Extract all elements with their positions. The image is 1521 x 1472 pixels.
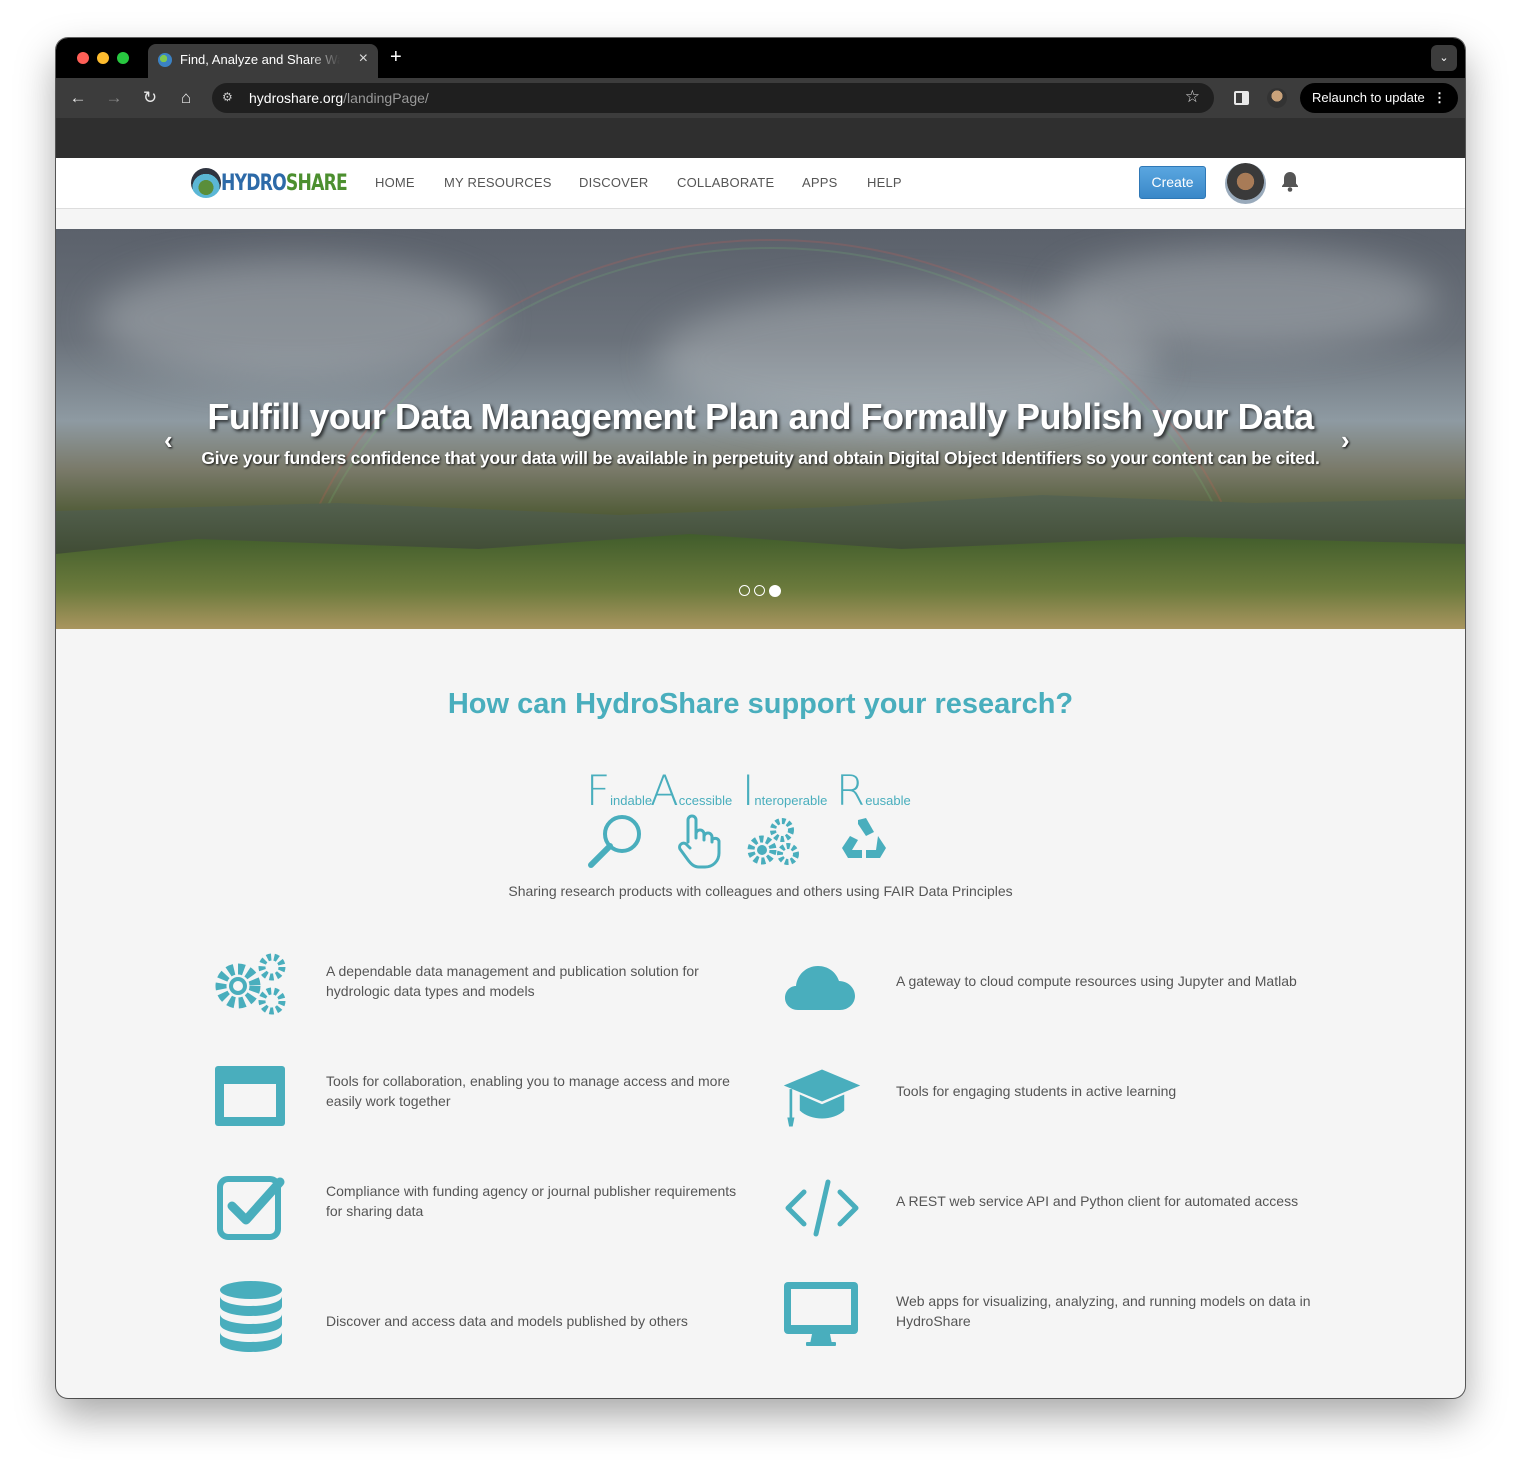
create-button[interactable]: Create	[1139, 166, 1206, 199]
pointer-hand-icon	[666, 812, 726, 872]
feature-text: Web apps for visualizing, analyzing, and…	[896, 1293, 1311, 1329]
minimize-window-button[interactable]	[97, 52, 109, 64]
feature-text: Tools for engaging students in active le…	[896, 1083, 1177, 1099]
tab-search-icon[interactable]: ⌄	[1431, 45, 1457, 71]
nav-apps[interactable]: APPS	[802, 175, 837, 190]
address-bar[interactable]: ⚙ hydroshare.org/landingPage/ ☆	[212, 83, 1214, 113]
feature-text: Tools for collaboration, enabling you to…	[326, 1073, 730, 1109]
hero-subtitle: Give your funders confidence that your d…	[201, 448, 1320, 468]
url-text[interactable]: hydroshare.org/landingPage/	[249, 90, 429, 106]
fair-letter: I	[742, 766, 755, 815]
carousel-prev-icon[interactable]: ‹	[164, 425, 173, 456]
fair-word-interoperable: Interoperable	[742, 766, 827, 815]
fair-letter: A	[650, 766, 679, 815]
database-icon	[212, 1278, 292, 1358]
fair-graphic: Findable Accessible Interoperable Reusab…	[586, 766, 916, 869]
browser-tab[interactable]: Find, Analyze and Share Water Data ×	[148, 44, 378, 78]
more-menu-icon[interactable]: ⋮	[1433, 83, 1446, 113]
feature-text: A dependable data management and publica…	[326, 963, 699, 999]
url-path: /landingPage/	[343, 90, 429, 106]
nav-home[interactable]: HOME	[375, 175, 415, 190]
feature-item: Discover and access data and models publ…	[212, 1278, 772, 1358]
maximize-window-button[interactable]	[117, 52, 129, 64]
fair-rest: nteroperable	[754, 793, 828, 808]
graduation-cap-icon	[782, 1058, 862, 1138]
magnifier-icon	[586, 812, 646, 872]
back-icon[interactable]: ←	[66, 86, 90, 110]
gears-icon	[744, 812, 804, 872]
feature-text: Compliance with funding agency or journa…	[326, 1183, 737, 1219]
side-panel-icon[interactable]	[1234, 91, 1249, 105]
feature-item: Tools for collaboration, enabling you to…	[212, 1058, 772, 1138]
feature-text: A REST web service API and Python client…	[896, 1193, 1299, 1209]
nav-my-resources[interactable]: MY RESOURCES	[444, 175, 552, 190]
logo-globe-icon	[191, 168, 221, 198]
fair-word-accessible: Accessible	[650, 766, 732, 815]
carousel-dot[interactable]	[754, 585, 765, 597]
home-icon[interactable]: ⌂	[174, 86, 198, 110]
fair-caption: Sharing research products with colleague…	[508, 883, 1013, 899]
nav-help[interactable]: HELP	[867, 175, 902, 190]
close-window-button[interactable]	[77, 52, 89, 64]
browser-toolbar: ← → ↻ ⌂ ⚙ hydroshare.org/landingPage/ ☆ …	[56, 78, 1465, 118]
carousel-indicators	[739, 582, 785, 600]
cloud-icon	[782, 948, 862, 1028]
feature-item: A gateway to cloud compute resources usi…	[782, 948, 1342, 1028]
site-settings-icon[interactable]: ⚙	[222, 90, 238, 106]
feature-item: Compliance with funding agency or journa…	[212, 1168, 772, 1248]
feature-text: A gateway to cloud compute resources usi…	[896, 973, 1297, 989]
tab-title: Find, Analyze and Share Water Data	[180, 52, 340, 67]
reload-icon[interactable]: ↻	[138, 86, 162, 110]
fair-word-findable: Findable	[586, 766, 652, 815]
feature-item: A REST web service API and Python client…	[782, 1168, 1342, 1248]
user-avatar[interactable]	[1225, 163, 1266, 204]
new-tab-button[interactable]: +	[390, 46, 402, 69]
fair-letter: F	[586, 766, 611, 815]
tab-bar: Find, Analyze and Share Water Data × + ⌄	[56, 38, 1465, 78]
checkbox-icon	[212, 1168, 292, 1248]
monitor-icon	[782, 1278, 862, 1358]
logo-text: HYDROSHARE	[221, 171, 348, 196]
favicon-icon	[158, 53, 172, 67]
recycle-icon	[834, 812, 894, 872]
logo-share: SHARE	[285, 171, 348, 196]
carousel-dot[interactable]	[739, 585, 750, 597]
window-icon	[212, 1058, 292, 1138]
feature-item: A dependable data management and publica…	[212, 948, 772, 1028]
profile-icon[interactable]	[1267, 88, 1287, 108]
feature-item: Web apps for visualizing, analyzing, and…	[782, 1278, 1342, 1358]
fair-word-reusable: Reusable	[836, 766, 911, 815]
section-title: How can HydroShare support your research…	[447, 688, 1074, 720]
url-domain: hydroshare.org	[249, 90, 344, 106]
site-header: HYDROSHARE HOME MY RESOURCES DISCOVER CO…	[56, 158, 1465, 209]
carousel-next-icon[interactable]: ›	[1341, 425, 1350, 456]
fair-rest: ccessible	[678, 793, 733, 808]
hero-title: Fulfill your Data Management Plan and Fo…	[207, 396, 1314, 437]
carousel-dot[interactable]	[769, 584, 781, 597]
bell-icon[interactable]	[1280, 171, 1300, 193]
fair-rest: indable	[610, 793, 653, 808]
bookmark-star-icon[interactable]: ☆	[1185, 87, 1200, 107]
browser-window: Find, Analyze and Share Water Data × + ⌄…	[56, 38, 1465, 1398]
fair-rest: eusable	[865, 793, 911, 808]
logo-hydro: HYDRO	[221, 171, 287, 196]
bookmarks-strip	[56, 118, 1465, 158]
gears-icon	[212, 948, 292, 1028]
forward-icon[interactable]: →	[102, 86, 126, 110]
feature-item: Tools for engaging students in active le…	[782, 1058, 1342, 1138]
cloud-shape	[1056, 249, 1436, 349]
fair-letter: R	[836, 766, 866, 815]
relaunch-label: Relaunch to update	[1312, 90, 1425, 105]
relaunch-button[interactable]: Relaunch to update ⋮	[1300, 83, 1458, 113]
nav-collaborate[interactable]: COLLABORATE	[677, 175, 774, 190]
feature-text: Discover and access data and models publ…	[326, 1313, 688, 1329]
code-icon	[782, 1168, 862, 1248]
trees-shape	[56, 534, 1465, 629]
tab-close-icon[interactable]: ×	[359, 50, 368, 68]
hero-carousel: Fulfill your Data Management Plan and Fo…	[56, 229, 1465, 629]
nav-discover[interactable]: DISCOVER	[579, 175, 649, 190]
